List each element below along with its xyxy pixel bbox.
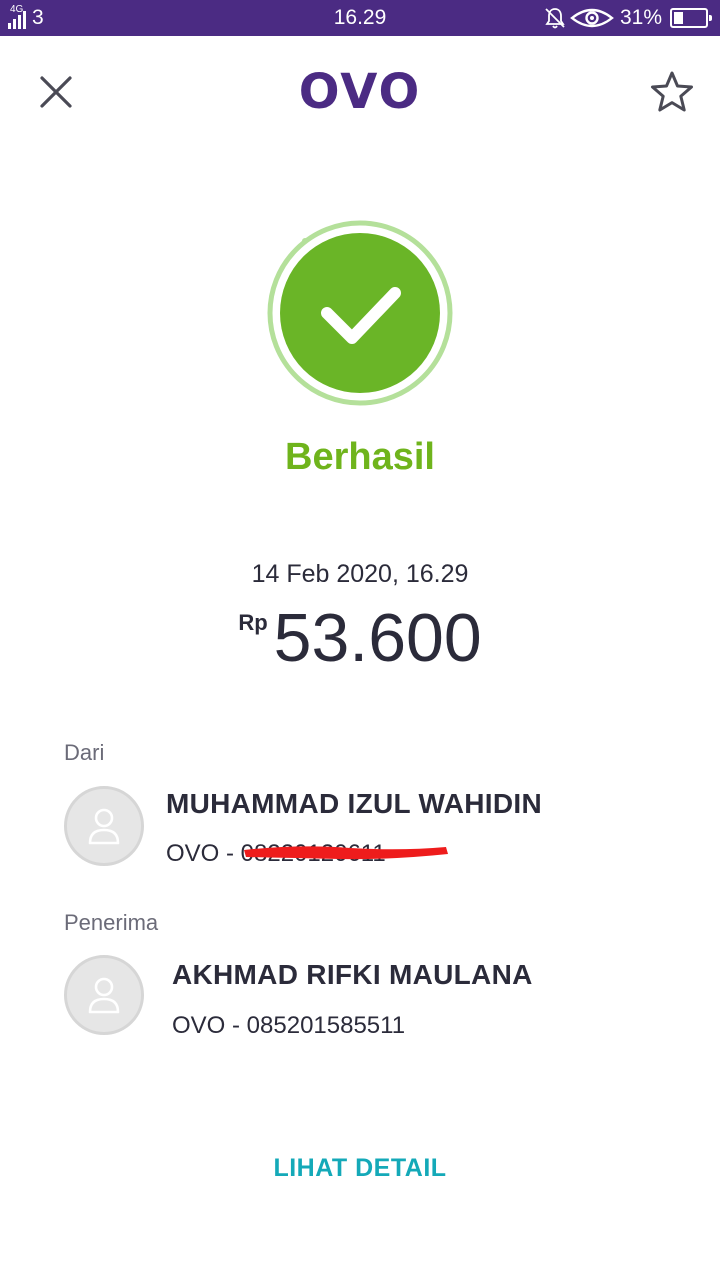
battery-icon [670,8,712,28]
battery-percent: 31% [619,6,662,29]
sender-name: MUHAMMAD IZUL WAHIDIN [166,788,542,819]
bell-off-icon [545,8,565,29]
success-check-icon [265,218,455,408]
sender-avatar [64,786,144,866]
transaction-datetime: 14 Feb 2020, 16.29 [251,560,469,588]
recipient-avatar [64,955,144,1035]
recipient-account: OVO - 085201585511 [172,1012,406,1039]
currency-label: Rp [238,610,268,635]
person-icon [88,808,120,845]
recipient-label: Penerima [64,910,159,935]
eye-icon [570,8,614,28]
recipient-name: AKHMAD RIFKI MAULANA [172,959,533,990]
amount-value: 53.600 [273,600,482,676]
transaction-amount: Rp53.600 [0,598,720,678]
status-bar: 4G 3 16.29 31% [0,0,720,36]
redaction-scribble [244,846,448,860]
person-icon [88,977,120,1014]
transaction-status: Berhasil [285,436,435,478]
favorite-button[interactable] [648,70,696,114]
sender-label: Dari [64,740,105,765]
view-detail-link[interactable]: LIHAT DETAIL [0,1154,720,1183]
status-bar-right: 31% [544,5,712,31]
sender-account-prefix: OVO - [166,840,241,867]
star-icon [651,71,693,112]
ovo-logo: OVO [298,64,422,120]
